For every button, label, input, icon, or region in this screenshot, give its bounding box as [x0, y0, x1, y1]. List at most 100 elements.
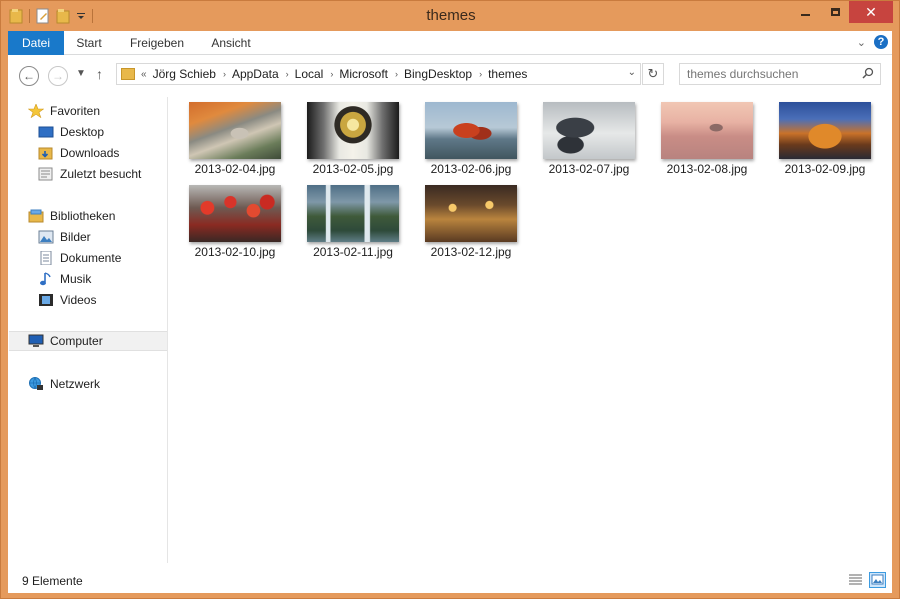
music-icon — [40, 272, 51, 286]
item-count: 9 Elemente — [22, 574, 83, 588]
file-name: 2013-02-09.jpg — [784, 162, 866, 176]
nav-downloads[interactable]: Downloads — [38, 143, 119, 163]
breadcrumb-appdata[interactable]: AppData — [232, 67, 279, 81]
nav-libraries-label: Bibliotheken — [50, 209, 116, 223]
address-dropdown-icon[interactable]: ⌄ — [628, 67, 636, 78]
nav-music-label: Musik — [60, 272, 92, 286]
breadcrumb-bingdesktop[interactable]: BingDesktop — [404, 67, 472, 81]
breadcrumb-themes[interactable]: themes — [488, 67, 527, 81]
search-icon[interactable] — [862, 67, 874, 79]
thumbnail-image — [307, 102, 399, 159]
file-item[interactable]: 2013-02-04.jpg — [189, 98, 281, 178]
nav-pictures[interactable]: Bilder — [38, 227, 91, 247]
file-item[interactable]: 2013-02-12.jpg — [425, 181, 517, 261]
expand-ribbon-icon[interactable]: ⌄ — [857, 36, 866, 49]
maximize-icon — [830, 8, 840, 16]
file-name: 2013-02-07.jpg — [548, 162, 630, 176]
nav-favorites-label: Favoriten — [50, 104, 101, 118]
breadcrumb-separator[interactable]: › — [330, 69, 333, 79]
thumbnail-image — [425, 185, 517, 242]
file-name: 2013-02-10.jpg — [194, 245, 276, 259]
breadcrumb-jorg-schieb[interactable]: Jörg Schieb — [153, 67, 216, 81]
tab-ansicht[interactable]: Ansicht — [200, 31, 262, 55]
large-icons-view-icon — [871, 574, 884, 585]
file-item[interactable]: 2013-02-07.jpg — [543, 98, 635, 178]
nav-pictures-label: Bilder — [60, 230, 91, 244]
details-view-icon[interactable] — [847, 572, 864, 588]
nav-music[interactable]: Musik — [38, 269, 91, 289]
thumbnail-image — [189, 185, 281, 242]
file-name: 2013-02-08.jpg — [666, 162, 748, 176]
nav-libraries[interactable]: Bibliotheken — [28, 206, 115, 226]
breadcrumb-local[interactable]: Local — [295, 67, 324, 81]
file-item[interactable]: 2013-02-11.jpg — [307, 181, 399, 261]
network-icon — [29, 377, 43, 390]
file-name: 2013-02-04.jpg — [194, 162, 276, 176]
thumbnail-image — [307, 185, 399, 242]
thumbnail-image — [189, 102, 281, 159]
nav-computer-label: Computer — [50, 334, 103, 348]
search-input[interactable] — [687, 64, 857, 84]
nav-computer[interactable]: Computer — [9, 331, 167, 351]
search-box[interactable] — [679, 63, 881, 85]
up-arrow-icon[interactable]: ↑ — [96, 66, 103, 82]
folder-icon — [121, 68, 135, 80]
thumbnail-image — [661, 102, 753, 159]
pictures-icon — [38, 230, 54, 244]
nav-videos-label: Videos — [60, 293, 97, 307]
libraries-icon — [28, 209, 44, 223]
file-item[interactable]: 2013-02-09.jpg — [779, 98, 871, 178]
address-bar[interactable]: « Jörg Schieb › AppData › Local › Micros… — [116, 63, 641, 85]
thumbnail-image — [425, 102, 517, 159]
nav-recent-places-label: Zuletzt besucht — [60, 167, 142, 181]
breadcrumb-microsoft[interactable]: Microsoft — [339, 67, 388, 81]
nav-documents-label: Dokumente — [60, 251, 122, 265]
forward-button[interactable]: → — [48, 66, 68, 86]
help-icon[interactable]: ? — [874, 35, 888, 49]
file-item[interactable]: 2013-02-06.jpg — [425, 98, 517, 178]
breadcrumb-separator[interactable]: › — [223, 69, 226, 79]
back-arrow-icon: ← — [23, 69, 35, 83]
tab-freigeben[interactable]: Freigeben — [120, 31, 194, 55]
file-name: 2013-02-11.jpg — [313, 245, 393, 259]
file-item[interactable]: 2013-02-10.jpg — [189, 181, 281, 261]
nav-network[interactable]: Netzwerk — [28, 374, 100, 394]
tab-datei[interactable]: Datei — [8, 31, 64, 55]
file-list: 2013-02-04.jpg 2013-02-05.jpg 2013-02-06… — [176, 97, 892, 563]
nav-videos[interactable]: Videos — [38, 290, 96, 310]
refresh-button[interactable]: ↻ — [642, 63, 664, 85]
title-bar[interactable]: themes ✕ — [1, 1, 900, 31]
nav-documents[interactable]: Dokumente — [38, 248, 121, 268]
close-button[interactable]: ✕ — [849, 1, 893, 23]
nav-favorites[interactable]: Favoriten — [28, 101, 100, 121]
minimize-button[interactable] — [791, 1, 819, 23]
thumbnail-image — [543, 102, 635, 159]
ribbon-controls: ⌄ ? — [857, 35, 888, 49]
navigation-pane: Favoriten Desktop Downloads Zuletzt besu… — [8, 97, 168, 563]
file-item[interactable]: 2013-02-05.jpg — [307, 98, 399, 178]
window-title: themes — [426, 7, 476, 24]
maximize-button[interactable] — [821, 1, 849, 23]
breadcrumb-separator[interactable]: › — [479, 69, 482, 79]
nav-desktop[interactable]: Desktop — [38, 122, 104, 142]
downloads-icon — [38, 147, 53, 160]
file-name: 2013-02-06.jpg — [430, 162, 512, 176]
address-overflow[interactable]: « — [141, 69, 147, 80]
tab-start[interactable]: Start — [66, 31, 112, 55]
breadcrumb-separator[interactable]: › — [286, 69, 289, 79]
ribbon-tabs: Datei Start Freigeben Ansicht ⌄ ? — [8, 31, 892, 55]
nav-recent-places[interactable]: Zuletzt besucht — [38, 164, 141, 184]
file-item[interactable]: 2013-02-08.jpg — [661, 98, 753, 178]
thumbnail-image — [779, 102, 871, 159]
file-name: 2013-02-05.jpg — [312, 162, 394, 176]
breadcrumb-separator[interactable]: › — [395, 69, 398, 79]
recent-locations-dropdown-icon[interactable]: ▼ — [76, 68, 86, 79]
refresh-icon: ↻ — [647, 66, 659, 81]
back-button[interactable]: ← — [19, 66, 39, 86]
documents-icon — [40, 251, 52, 265]
explorer-window: themes ✕ Datei Start Freigeben Ansicht ⌄… — [0, 0, 900, 599]
minimize-icon — [800, 14, 810, 16]
desktop-icon — [38, 126, 54, 138]
large-icons-view-button[interactable] — [869, 572, 886, 588]
nav-network-label: Netzwerk — [50, 377, 101, 391]
